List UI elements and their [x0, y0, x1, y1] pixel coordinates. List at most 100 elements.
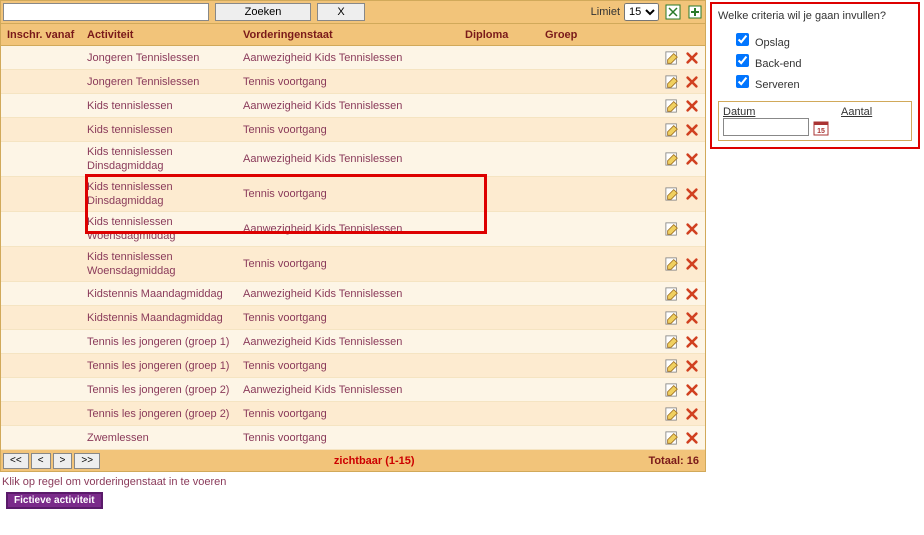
delete-icon[interactable] [685, 187, 699, 201]
header-diploma[interactable]: Diploma [465, 29, 545, 41]
delete-icon[interactable] [685, 383, 699, 397]
table-body: Jongeren TennislessenAanwezigheid Kids T… [0, 46, 706, 450]
table-row[interactable]: Tennis les jongeren (groep 2)Tennis voor… [1, 402, 705, 426]
row-actions [665, 152, 705, 166]
delete-icon[interactable] [685, 257, 699, 271]
table-row[interactable]: Kids tennislessen WoensdagmiddagAanwezig… [1, 212, 705, 247]
cell-vorderingenstaat: Aanwezigheid Kids Tennislessen [243, 100, 465, 112]
table-row[interactable]: Tennis les jongeren (groep 1)Aanwezighei… [1, 330, 705, 354]
edit-icon[interactable] [665, 383, 679, 397]
header-vorderingenstaat[interactable]: Vorderingenstaat [243, 29, 465, 41]
edit-icon[interactable] [665, 222, 679, 236]
cell-vorderingenstaat: Aanwezigheid Kids Tennislessen [243, 52, 465, 64]
cell-vorderingenstaat: Aanwezigheid Kids Tennislessen [243, 153, 465, 165]
delete-icon[interactable] [685, 335, 699, 349]
cell-activiteit: Kids tennislessen Dinsdagmiddag [87, 180, 243, 208]
cell-activiteit: Tennis les jongeren (groep 1) [87, 359, 243, 373]
delete-icon[interactable] [685, 99, 699, 113]
row-actions [665, 287, 705, 301]
bottom-fields: Datum 15 Aantal [718, 101, 912, 141]
criteria-title: Welke criteria wil je gaan invullen? [718, 10, 912, 22]
cell-vorderingenstaat: Tennis voortgang [243, 408, 465, 420]
export-excel-icon[interactable] [665, 4, 681, 20]
table-row[interactable]: Jongeren TennislessenAanwezigheid Kids T… [1, 46, 705, 70]
edit-icon[interactable] [665, 311, 679, 325]
row-actions [665, 187, 705, 201]
datum-input[interactable] [723, 118, 809, 136]
table-row[interactable]: Kids tennislessenTennis voortgang [1, 118, 705, 142]
delete-icon[interactable] [685, 51, 699, 65]
criteria-item[interactable]: Back-end [732, 51, 912, 70]
row-actions [665, 123, 705, 137]
row-actions [665, 383, 705, 397]
delete-icon[interactable] [685, 222, 699, 236]
delete-icon[interactable] [685, 311, 699, 325]
edit-icon[interactable] [665, 187, 679, 201]
zoeken-button[interactable]: Zoeken [215, 3, 311, 21]
clear-button[interactable]: X [317, 3, 365, 21]
cell-activiteit: Kids tennislessen [87, 99, 243, 113]
row-actions [665, 257, 705, 271]
table-row[interactable]: Tennis les jongeren (groep 2)Aanwezighei… [1, 378, 705, 402]
add-icon[interactable] [687, 4, 703, 20]
pager-prev[interactable]: < [31, 453, 51, 469]
table-row[interactable]: Kids tennislessen DinsdagmiddagAanwezigh… [1, 142, 705, 177]
cell-vorderingenstaat: Aanwezigheid Kids Tennislessen [243, 288, 465, 300]
row-actions [665, 222, 705, 236]
cell-vorderingenstaat: Tennis voortgang [243, 312, 465, 324]
edit-icon[interactable] [665, 51, 679, 65]
search-input[interactable] [3, 3, 209, 21]
cell-vorderingenstaat: Aanwezigheid Kids Tennislessen [243, 336, 465, 348]
table-row[interactable]: Kids tennislessen WoensdagmiddagTennis v… [1, 247, 705, 282]
criteria-list: Opslag Back-end Serveren [718, 30, 912, 91]
delete-icon[interactable] [685, 407, 699, 421]
delete-icon[interactable] [685, 431, 699, 445]
edit-icon[interactable] [665, 75, 679, 89]
criteria-item[interactable]: Opslag [732, 30, 912, 49]
pager-first[interactable]: << [3, 453, 29, 469]
edit-icon[interactable] [665, 152, 679, 166]
table-row[interactable]: Tennis les jongeren (groep 1)Tennis voor… [1, 354, 705, 378]
header-activiteit[interactable]: Activiteit [87, 29, 243, 41]
delete-icon[interactable] [685, 123, 699, 137]
edit-icon[interactable] [665, 335, 679, 349]
edit-icon[interactable] [665, 123, 679, 137]
limiet-select[interactable]: 15 [624, 3, 659, 21]
row-actions [665, 99, 705, 113]
pager-next[interactable]: > [53, 453, 73, 469]
delete-icon[interactable] [685, 359, 699, 373]
edit-icon[interactable] [665, 407, 679, 421]
criteria-panel: Welke criteria wil je gaan invullen? Ops… [710, 2, 920, 149]
delete-icon[interactable] [685, 287, 699, 301]
svg-text:15: 15 [817, 128, 825, 135]
edit-icon[interactable] [665, 99, 679, 113]
delete-icon[interactable] [685, 75, 699, 89]
cell-activiteit: Kids tennislessen Woensdagmiddag [87, 215, 243, 243]
criteria-checkbox[interactable] [736, 54, 749, 67]
calendar-icon[interactable]: 15 [813, 120, 829, 136]
edit-icon[interactable] [665, 359, 679, 373]
edit-icon[interactable] [665, 257, 679, 271]
cell-vorderingenstaat: Tennis voortgang [243, 76, 465, 88]
table-row[interactable]: ZwemlessenTennis voortgang [1, 426, 705, 450]
edit-icon[interactable] [665, 287, 679, 301]
row-actions [665, 431, 705, 445]
criteria-item[interactable]: Serveren [732, 72, 912, 91]
pager-last[interactable]: >> [74, 453, 100, 469]
header-groep[interactable]: Groep [545, 29, 605, 41]
limiet-label: Limiet [591, 6, 624, 18]
visible-text: zichtbaar (1-15) [100, 455, 648, 467]
table-row[interactable]: Kidstennis MaandagmiddagTennis voortgang [1, 306, 705, 330]
delete-icon[interactable] [685, 152, 699, 166]
cell-activiteit: Tennis les jongeren (groep 2) [87, 407, 243, 421]
table-row[interactable]: Jongeren TennislessenTennis voortgang [1, 70, 705, 94]
table-row[interactable]: Kidstennis MaandagmiddagAanwezigheid Kid… [1, 282, 705, 306]
edit-icon[interactable] [665, 431, 679, 445]
table-row[interactable]: Kids tennislessen DinsdagmiddagTennis vo… [1, 177, 705, 212]
criteria-checkbox[interactable] [736, 75, 749, 88]
table-row[interactable]: Kids tennislessenAanwezigheid Kids Tenni… [1, 94, 705, 118]
cell-vorderingenstaat: Tennis voortgang [243, 124, 465, 136]
criteria-checkbox[interactable] [736, 33, 749, 46]
header-inschr[interactable]: Inschr. vanaf [1, 29, 87, 41]
fictieve-activiteit-button[interactable]: Fictieve activiteit [6, 492, 103, 509]
